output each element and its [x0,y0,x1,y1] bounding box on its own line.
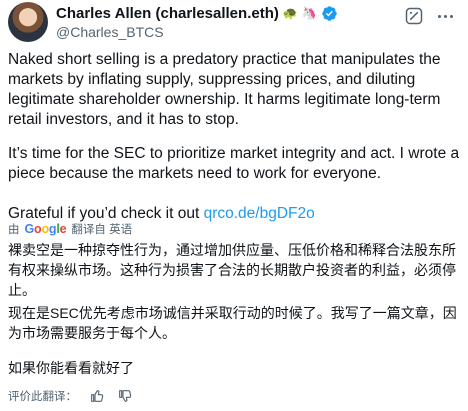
translation-feedback: 评价此翻译： [8,387,133,405]
translation-paragraph-3: 如果你能看看就好了 [8,360,134,376]
translated-from-label: 翻译自 英语 [71,224,133,236]
translation-paragraph-2: 现在是SEC优先考虑市场诚信并采取行动的时候了。我写了一篇文章，因为市场需要服务… [8,305,457,341]
grok-icon[interactable] [404,6,424,26]
turtle-icon: 🐢 [282,6,298,20]
translated-by-label: 由 [8,224,20,236]
tweet-paragraph-1: Naked short selling is a predatory pract… [8,51,441,128]
thumbs-up-icon[interactable] [89,388,105,404]
tweet-paragraph-2: It’s time for the SEC to prioritize mark… [8,145,460,182]
verified-badge-icon[interactable] [321,5,338,22]
translation-attribution: 由 Google 翻译自 英语 [8,221,132,237]
author-name-row: Charles Allen (charlesallen.eth) 🐢 🦄 [56,3,338,23]
tweet-header: Charles Allen (charlesallen.eth) 🐢 🦄 @Ch… [8,0,460,44]
unicorn-icon: 🦄 [301,6,317,20]
tweet-link[interactable]: qrco.de/bgDF2o [204,205,315,222]
tweet-paragraph-3-text: Grateful if you’d check it out [8,205,204,222]
author-display-name[interactable]: Charles Allen (charlesallen.eth) [56,5,279,22]
feedback-label: 评价此翻译： [8,391,77,403]
thumbs-down-icon[interactable] [117,388,133,404]
translation-paragraph-1: 裸卖空是一种掠夺性行为，通过增加供应量、压低价格和稀释合法股东所有权来操纵市场。… [8,242,456,298]
google-logo: Google [24,222,67,236]
avatar[interactable] [8,2,48,42]
author-handle[interactable]: @Charles_BTCS [56,24,164,40]
more-options-icon[interactable] [434,6,456,26]
